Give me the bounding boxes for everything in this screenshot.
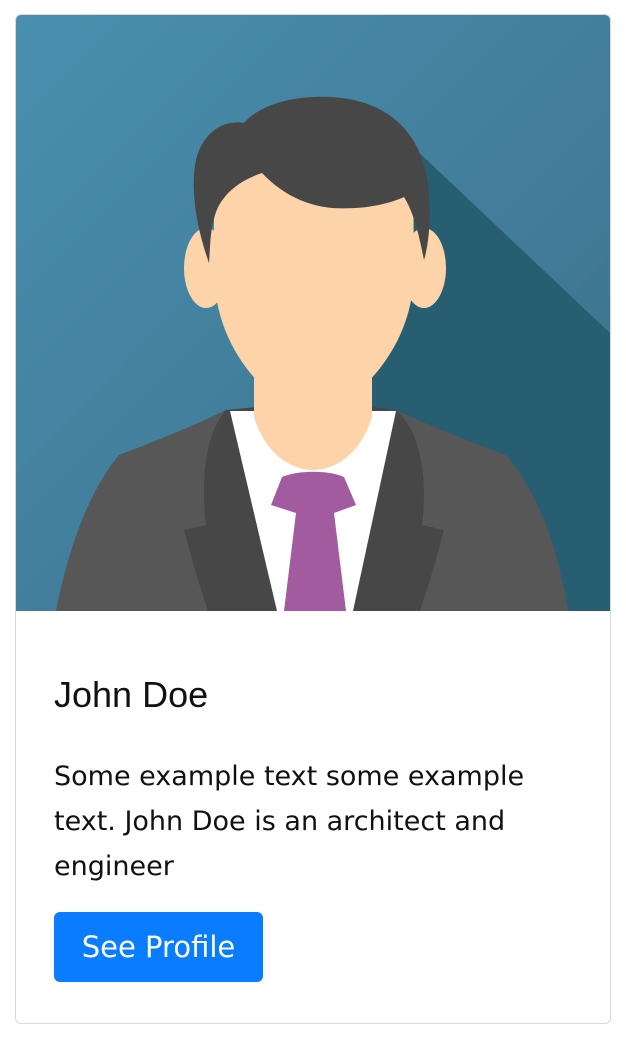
card-title: John Doe bbox=[54, 674, 209, 715]
profile-card: John Doe Some example text some example … bbox=[15, 14, 611, 1024]
avatar-image bbox=[16, 15, 610, 611]
see-profile-button[interactable]: See Profile bbox=[54, 912, 263, 982]
card-text: Some example text some example text. Joh… bbox=[54, 761, 525, 882]
